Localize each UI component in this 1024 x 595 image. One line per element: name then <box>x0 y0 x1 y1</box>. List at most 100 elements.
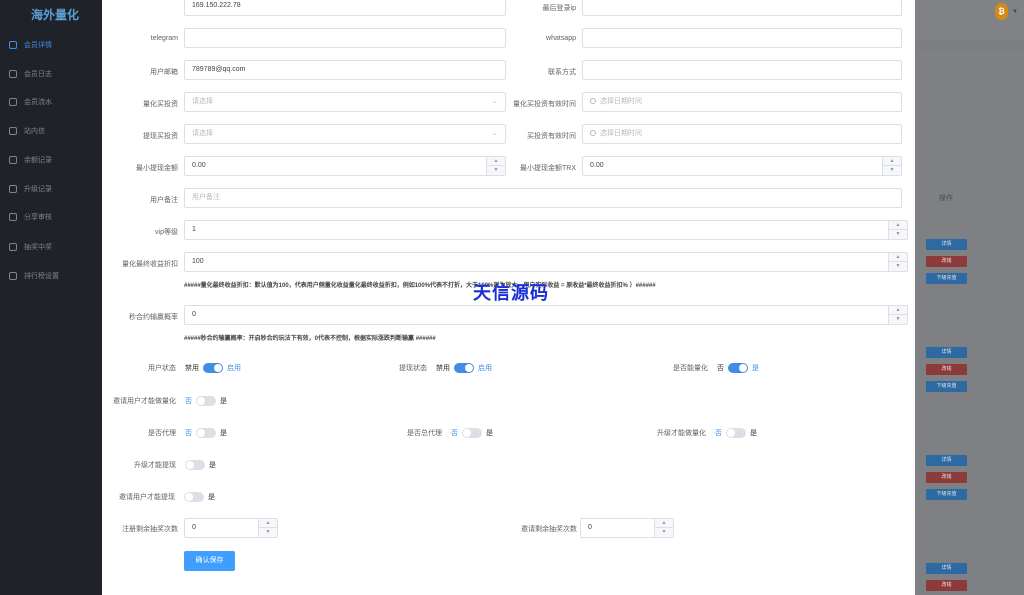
chevron-down-icon[interactable]: ▼ <box>889 262 907 271</box>
sub-recharge-button[interactable]: 下级充值 <box>926 381 967 392</box>
discount-input[interactable]: 100 ▲ ▼ <box>184 252 908 272</box>
chevron-up-icon[interactable]: ▲ <box>883 157 901 166</box>
chevron-down-icon[interactable]: ▼ <box>889 315 907 324</box>
chevron-up-icon[interactable]: ▲ <box>889 221 907 230</box>
user-status-field: 用户状态 禁用 启用 <box>148 363 241 373</box>
sidebar-item-label: 余额记录 <box>24 157 52 164</box>
user-status-toggle[interactable] <box>203 363 223 373</box>
upgrade-withdraw-toggle[interactable] <box>185 460 205 470</box>
sidebar-item-label: 抽奖中奖 <box>24 244 52 251</box>
discount-value: 100 <box>192 258 204 265</box>
edit-money-button[interactable]: 改钱 <box>926 580 967 591</box>
sidebar: 海外量化 会员详情 会员日志 会员流水 站内信 余额记录 升级记录 分享审核 抽… <box>0 0 102 595</box>
is-agent-label: 是否代理 <box>148 430 176 437</box>
invite-withdraw-on-text: 是 <box>208 494 215 501</box>
upgrade-quant-toggle[interactable] <box>726 428 746 438</box>
edit-money-button[interactable]: 改钱 <box>926 256 967 267</box>
second-rate-note: #####秒合约输赢概率：开启秒合约玩法下有效，0代表不控制，根据实际涨跌判断输… <box>184 336 436 342</box>
invite-lottery-input[interactable]: 0 ▲ ▼ <box>580 518 674 538</box>
edit-money-button[interactable]: 改钱 <box>926 364 967 375</box>
vip-input[interactable]: 1 ▲ ▼ <box>184 220 908 240</box>
user-status-off-text: 禁用 <box>185 365 199 372</box>
remark-input[interactable]: 用户备注 <box>184 188 902 208</box>
chevron-up-icon[interactable]: ▲ <box>889 306 907 315</box>
log-icon <box>9 70 17 78</box>
number-stepper[interactable]: ▲ ▼ <box>888 306 907 324</box>
remark-placeholder: 用户备注 <box>192 194 220 201</box>
is-general-agent-toggle[interactable] <box>462 428 482 438</box>
is-general-agent-off-text: 否 <box>451 430 458 437</box>
withdraw-buy-placeholder: 请选择 <box>192 130 213 137</box>
quant-buy-time-placeholder: 选择日期时间 <box>600 98 642 105</box>
chevron-down-icon[interactable]: ▼ <box>889 230 907 239</box>
chevron-up-icon[interactable]: ▲ <box>655 519 673 528</box>
invite-withdraw-toggle[interactable] <box>184 492 204 502</box>
quant-buy-label: 量化买投资 <box>143 101 178 108</box>
chevron-down-icon[interactable]: ▼ <box>259 528 277 537</box>
watermark-text: 天信源码 <box>473 283 549 303</box>
chevron-down-icon[interactable]: ▼ <box>883 166 901 175</box>
withdraw-status-on-text: 启用 <box>478 365 492 372</box>
buy-time-placeholder: 选择日期时间 <box>600 130 642 137</box>
chevron-up-icon[interactable]: ▲ <box>259 519 277 528</box>
can-quant-toggle[interactable] <box>728 363 748 373</box>
sidebar-item-lottery[interactable]: 抽奖中奖 <box>0 237 102 257</box>
detail-button[interactable]: 详情 <box>926 347 967 358</box>
invite-quant-toggle[interactable] <box>196 396 216 406</box>
sidebar-item-share-review[interactable]: 分享审核 <box>0 207 102 227</box>
withdraw-status-toggle[interactable] <box>454 363 474 373</box>
withdraw-status-field: 提现状态 禁用 启用 <box>399 363 492 373</box>
invite-lottery-label: 邀请剩余抽奖次数 <box>521 526 577 533</box>
bitcoin-icon[interactable]: ₿ <box>995 3 1008 20</box>
min-withdraw-trx-input[interactable]: 0.00 ▲ ▼ <box>582 156 902 176</box>
is-agent-on-text: 是 <box>220 430 227 437</box>
upgrade-quant-label: 升级才能做量化 <box>657 430 706 437</box>
number-stepper[interactable]: ▲ ▼ <box>882 157 901 175</box>
second-rate-input[interactable]: 0 ▲ ▼ <box>184 305 908 325</box>
sidebar-item-ranking[interactable]: 排行榜设置 <box>0 266 102 286</box>
save-button[interactable]: 确认保存 <box>184 551 235 571</box>
withdraw-status-off-text: 禁用 <box>436 365 450 372</box>
reg-lottery-input[interactable]: 0 ▲ ▼ <box>184 518 278 538</box>
discount-note: #####量化最终收益折扣：默认值为100，代表用户侧量化收益量化最终收益折扣，… <box>184 283 656 289</box>
min-withdraw-value: 0.00 <box>192 162 206 169</box>
user-status-on-text: 启用 <box>227 365 241 372</box>
sidebar-item-label: 站内信 <box>24 128 45 135</box>
upgrade-quant-off-text: 否 <box>715 430 722 437</box>
number-stepper[interactable]: ▲ ▼ <box>258 519 277 537</box>
chevron-down-icon[interactable]: ▼ <box>1012 9 1018 15</box>
contact-input[interactable] <box>582 60 902 80</box>
detail-button[interactable]: 详情 <box>926 563 967 574</box>
chevron-up-icon[interactable]: ▲ <box>889 253 907 262</box>
number-stepper[interactable]: ▲ ▼ <box>888 253 907 271</box>
email-value: 789789@qq.com <box>192 66 246 73</box>
app-brand: 海外量化 <box>31 8 80 22</box>
upgrade-quant-on-text: 是 <box>750 430 757 437</box>
upgrade-withdraw-field: 升级才能提现 是 <box>134 460 216 470</box>
invite-withdraw-label: 邀请用户才能提现 <box>119 494 175 501</box>
min-withdraw-label: 最小提现金额 <box>136 165 178 172</box>
last-ip-input[interactable] <box>582 0 902 16</box>
can-quant-field: 是否能量化 否 是 <box>673 363 759 373</box>
detail-button[interactable]: 详情 <box>926 455 967 466</box>
chevron-down-icon[interactable]: ▼ <box>655 528 673 537</box>
invite-quant-field: 邀请用户才能做量化 否 是 <box>113 396 227 406</box>
upgrade-quant-field: 升级才能做量化 否 是 <box>657 428 757 438</box>
invite-quant-label: 邀请用户才能做量化 <box>113 398 176 405</box>
can-quant-on-text: 是 <box>752 365 759 372</box>
number-stepper[interactable]: ▲ ▼ <box>888 221 907 239</box>
whatsapp-input[interactable] <box>582 28 902 48</box>
is-agent-field: 是否代理 否 是 <box>148 428 227 438</box>
buy-time-picker[interactable]: 选择日期时间 <box>582 124 902 144</box>
sub-recharge-button[interactable]: 下级充值 <box>926 489 967 500</box>
is-general-agent-on-text: 是 <box>486 430 493 437</box>
hand-icon <box>9 243 17 251</box>
is-agent-toggle[interactable] <box>196 428 216 438</box>
edit-money-button[interactable]: 改钱 <box>926 472 967 483</box>
detail-button[interactable]: 详情 <box>926 239 967 250</box>
sub-recharge-button[interactable]: 下级充值 <box>926 273 967 284</box>
quant-buy-time-picker[interactable]: 选择日期时间 <box>582 92 902 112</box>
user-icon <box>9 213 17 221</box>
discount-label: 量化最终收益折扣 <box>122 261 178 268</box>
number-stepper[interactable]: ▲ ▼ <box>654 519 673 537</box>
